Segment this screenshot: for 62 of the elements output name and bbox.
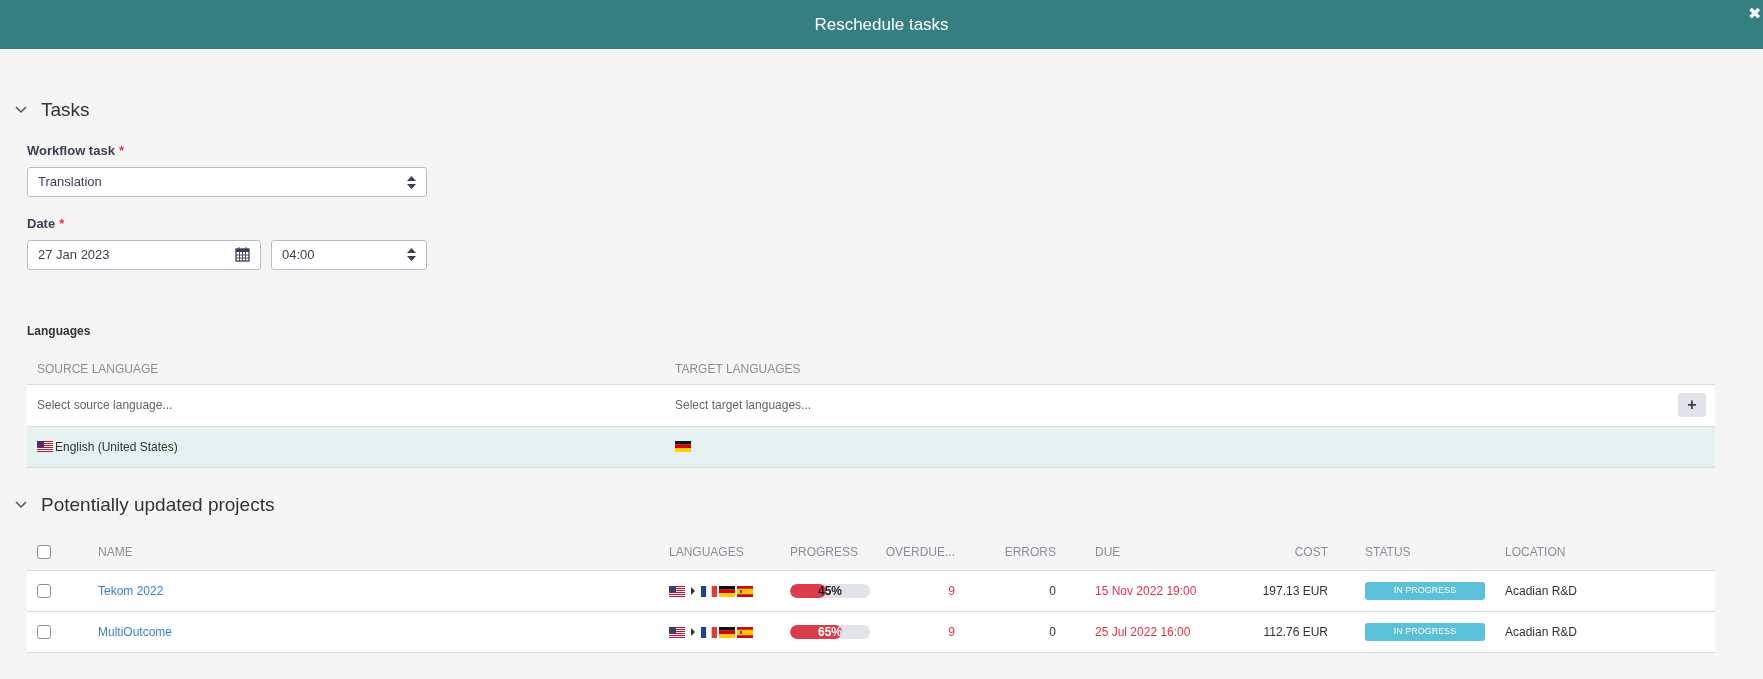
flag-icon (701, 626, 717, 638)
flag-icon (719, 585, 735, 597)
error-count: 0 (1049, 583, 1056, 600)
section-title: Tasks (41, 98, 90, 122)
required-mark: * (118, 141, 124, 160)
workflow-task-select[interactable]: Translation (27, 167, 427, 197)
source-language-field[interactable]: Select source language... (37, 396, 437, 414)
chevron-icon[interactable] (15, 106, 27, 115)
flag-icon (37, 441, 53, 452)
target-languages-field[interactable]: Select target languages... (675, 396, 1075, 414)
arrow-right-icon (689, 628, 697, 636)
close-button[interactable]: ✖ (1748, 6, 1761, 22)
calendar-icon (235, 247, 250, 262)
column-header: PROGRESS (790, 543, 859, 561)
column-header: LANGUAGES (669, 543, 745, 561)
overdue-count: 9 (948, 583, 955, 600)
section-title: Potentially updated projects (41, 492, 275, 517)
flag-icon (719, 626, 735, 638)
progress-label: 65% (817, 625, 843, 639)
column-header: NAME (98, 543, 134, 561)
status-badge: IN PROGRESS (1365, 623, 1485, 641)
cost-value: 112.76 EUR (1263, 624, 1328, 641)
cost-value: 197.13 EUR (1262, 583, 1328, 600)
column-header: SOURCE LANGUAGE (36, 360, 160, 378)
column-header: DUE (1094, 543, 1122, 561)
flag-icon (669, 585, 685, 597)
status-badge: IN PROGRESS (1365, 582, 1485, 600)
dialog-title: Reschedule tasks (814, 13, 949, 36)
project-link[interactable]: MultiOutcome (98, 623, 173, 641)
field-label: Workflow task (27, 141, 115, 160)
required-mark: * (59, 215, 65, 233)
column-header: LOCATION (1505, 543, 1566, 561)
project-link[interactable]: Tekom 2022 (98, 582, 164, 600)
field-label: Date (27, 215, 56, 233)
column-header: ERRORS (1004, 543, 1056, 561)
language-name: English (United States) (55, 438, 178, 456)
chevron-icon[interactable] (15, 500, 27, 509)
column-header: TARGET LANGUAGES (674, 360, 802, 378)
checkbox[interactable] (37, 544, 51, 559)
sort-icon (407, 248, 416, 261)
flag-icon (675, 441, 691, 452)
add-button[interactable]: + (1678, 393, 1706, 417)
flag-icon (737, 585, 753, 597)
due-date: 15 Nov 2022 19:00 (1094, 583, 1198, 600)
location-text: Acadian R&D (1505, 624, 1578, 641)
error-count: 0 (1049, 624, 1056, 641)
flag-icon (669, 626, 685, 638)
languages-title: Languages (27, 322, 92, 340)
flag-icon (701, 585, 717, 597)
due-date: 25 Jul 2022 16:00 (1094, 624, 1192, 641)
column-header: STATUS (1365, 543, 1411, 561)
checkbox[interactable] (37, 584, 51, 598)
column-header: OVERDUE... (885, 543, 955, 561)
flag-icon (737, 626, 753, 638)
sort-icon (407, 175, 416, 189)
column-header: COST (1294, 543, 1328, 561)
arrow-right-icon (689, 587, 697, 595)
overdue-count: 9 (948, 624, 955, 641)
location-text: Acadian R&D (1505, 583, 1578, 600)
date-field[interactable]: 27 Jan 2023 (27, 239, 261, 270)
time-select[interactable]: 04:00 (271, 239, 427, 270)
checkbox[interactable] (37, 625, 51, 639)
